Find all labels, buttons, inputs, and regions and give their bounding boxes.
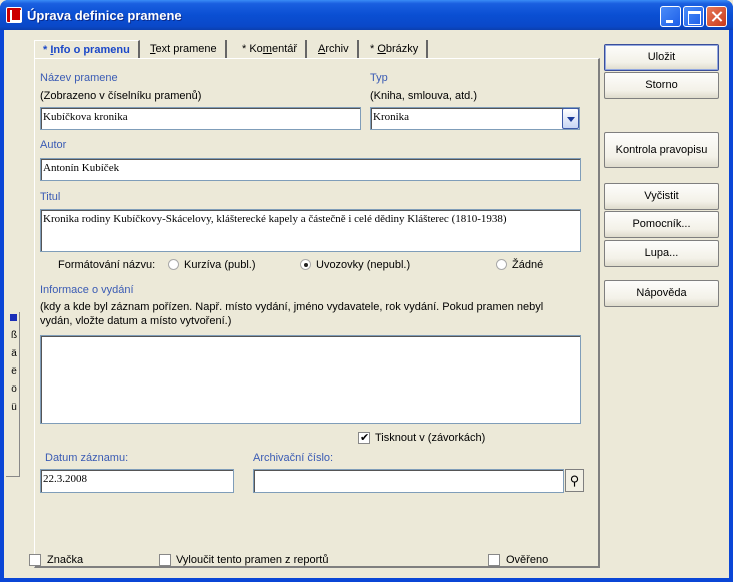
vyloucit-label: Vyloučit tento pramen z reportů [176,554,329,566]
storno-button[interactable]: Storno [604,72,719,99]
archiv-input[interactable] [253,469,564,493]
typ-label: Typ [370,72,388,84]
char-sz[interactable]: ß [9,330,19,341]
nazev-input[interactable]: Kubíčkova kronika [40,107,361,130]
tab-text-pramene[interactable]: Text pramene [142,40,227,59]
nazev-hint: (Zobrazeno v číselníku pramenů) [40,90,202,102]
vycistit-button[interactable]: Vyčistit [604,183,719,210]
format-option-zadne: Žádné [512,259,544,271]
ulozit-button[interactable]: Uložit [604,44,719,71]
app-icon[interactable] [6,7,22,23]
vyloucit-checkbox[interactable] [159,554,171,566]
typ-select[interactable]: Kronika [370,107,580,130]
format-option-kurziva: Kurzíva (publ.) [184,259,256,271]
format-radio-zadne[interactable] [496,259,507,270]
pomocnik-button[interactable]: Pomocník... [604,211,719,238]
dialog-window: Úprava definice pramene * Info o pramenu… [0,0,733,582]
dialog-client: * Info o pramenu Text pramene * Komentář… [4,30,729,578]
char-strip-selector[interactable] [10,314,17,321]
datum-input[interactable]: 22.3.2008 [40,469,234,493]
titul-input[interactable]: Kronika rodiny Kubíčkovy-Skácelovy, kláš… [40,209,581,252]
info-textarea[interactable] [40,335,581,424]
tab-archiv[interactable]: Archiv [310,40,359,59]
format-label: Formátování názvu: [58,259,156,271]
info-label: Informace o vydání [40,284,134,296]
char-u-umlaut[interactable]: ü [9,402,19,413]
tisknout-label: Tisknout v (závorkách) [375,432,486,444]
kontrola-pravopisu-button[interactable]: Kontrola pravopisu [604,132,719,168]
datum-label: Datum záznamu: [45,452,129,464]
typ-hint: (Kniha, smlouva, atd.) [370,90,477,102]
znacka-label: Značka [47,554,84,566]
znacka-checkbox[interactable] [29,554,41,566]
tab-info-o-pramenu[interactable]: * Info o pramenu [34,40,140,59]
info-hint: (kdy a kde byl záznam pořízen. Např. mís… [40,301,544,327]
napoveda-button[interactable]: Nápověda [604,280,719,307]
tab-komentar[interactable]: * Komentář [234,40,308,59]
lupa-button[interactable]: Lupa... [604,240,719,267]
format-radio-kurziva[interactable] [168,259,179,270]
title-bar[interactable]: Úprava definice pramene [0,0,733,30]
titul-label: Titul [40,191,61,203]
minimize-button[interactable] [660,6,681,27]
char-o-umlaut[interactable]: ö [9,384,19,395]
tisknout-checkbox[interactable] [358,431,370,444]
chevron-down-icon[interactable] [562,108,579,129]
char-a-umlaut[interactable]: ä [9,348,19,359]
autor-input[interactable]: Antonín Kubíček [40,158,581,181]
binoculars-icon[interactable]: ⚲ [565,469,584,492]
maximize-button[interactable] [683,6,704,27]
nazev-label: Název pramene [40,72,118,84]
close-button[interactable] [706,6,727,27]
tab-obrazky[interactable]: * Obrázky [362,40,429,59]
overeno-label: Ověřeno [506,554,549,566]
autor-label: Autor [40,139,67,151]
char-e-umlaut[interactable]: ë [9,366,19,377]
format-option-uvozovky: Uvozovky (nepubl.) [316,259,411,271]
special-char-strip: ß ä ë ö ü [6,312,20,477]
overeno-checkbox[interactable] [488,554,500,566]
archiv-label: Archivační číslo: [253,452,334,464]
window-title: Úprava definice pramene [27,8,182,23]
format-radio-uvozovky[interactable] [300,259,311,270]
